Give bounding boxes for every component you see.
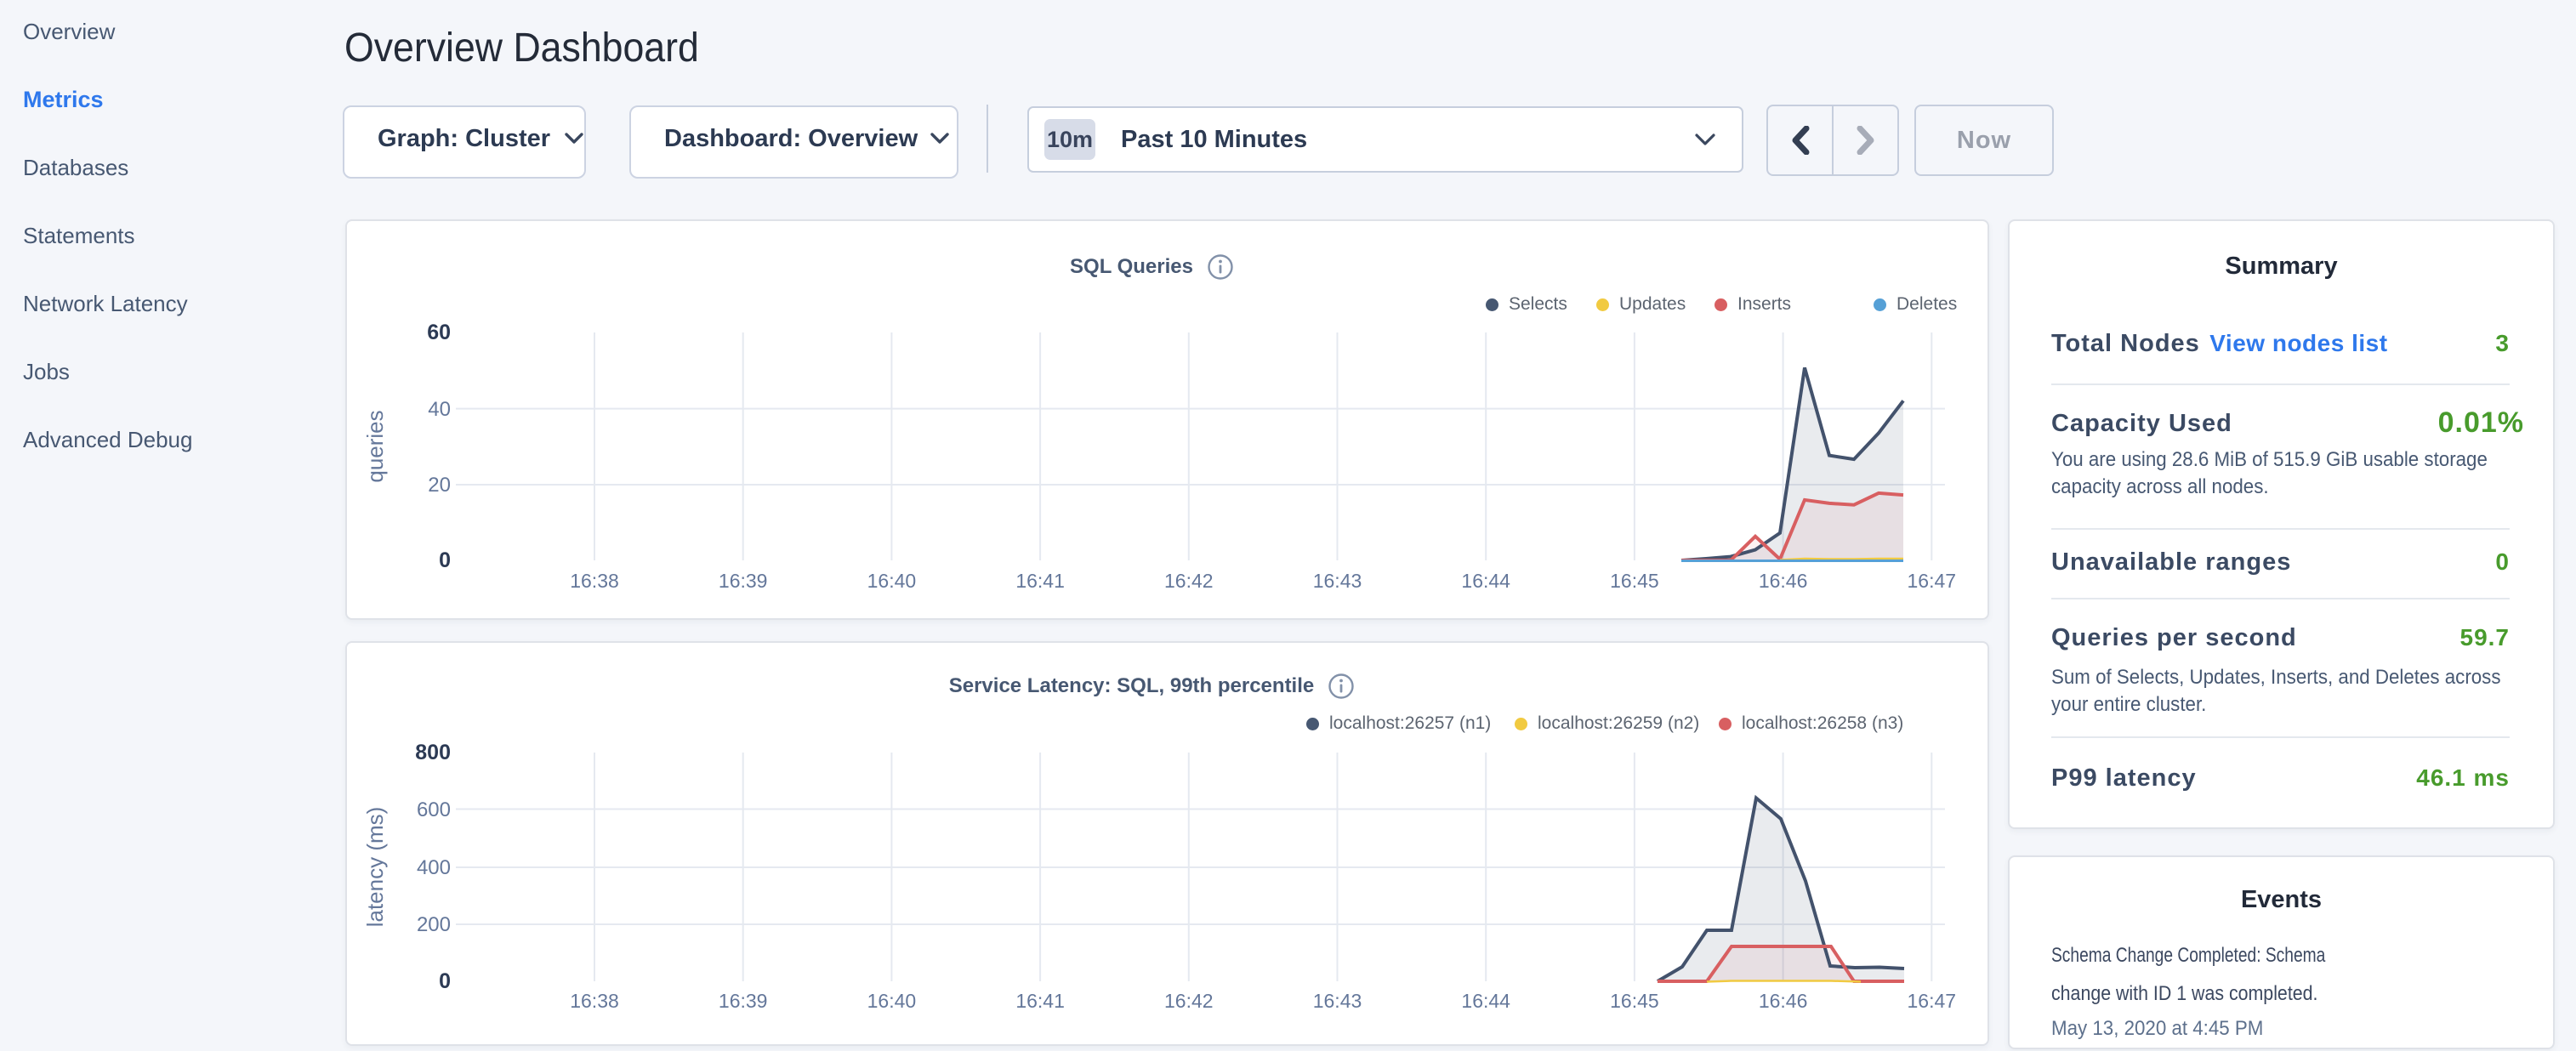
svg-text:800: 800 [415, 741, 451, 764]
svg-text:400: 400 [417, 856, 451, 879]
svg-text:16:40: 16:40 [867, 570, 917, 592]
svg-text:16:44: 16:44 [1461, 570, 1510, 592]
svg-text:600: 600 [417, 798, 451, 821]
svg-text:16:47: 16:47 [1908, 570, 1957, 592]
svg-text:0: 0 [439, 548, 451, 572]
svg-text:16:39: 16:39 [719, 990, 768, 1012]
svg-text:0: 0 [439, 969, 451, 993]
svg-text:16:46: 16:46 [1759, 990, 1808, 1012]
svg-text:16:42: 16:42 [1164, 570, 1214, 592]
svg-text:16:38: 16:38 [570, 570, 619, 592]
svg-text:200: 200 [417, 913, 451, 936]
svg-text:latency (ms): latency (ms) [362, 807, 388, 928]
svg-text:20: 20 [428, 474, 451, 497]
svg-text:40: 40 [428, 398, 451, 421]
svg-text:16:45: 16:45 [1610, 570, 1659, 592]
svg-text:16:43: 16:43 [1313, 990, 1362, 1012]
svg-text:16:43: 16:43 [1313, 570, 1362, 592]
svg-text:16:41: 16:41 [1015, 570, 1065, 592]
svg-text:16:41: 16:41 [1015, 990, 1065, 1012]
svg-text:16:46: 16:46 [1759, 570, 1808, 592]
svg-text:queries: queries [362, 410, 388, 482]
svg-text:16:47: 16:47 [1908, 990, 1957, 1012]
svg-text:60: 60 [427, 321, 451, 344]
svg-text:16:38: 16:38 [570, 990, 619, 1012]
svg-text:16:42: 16:42 [1164, 990, 1214, 1012]
svg-text:16:44: 16:44 [1461, 990, 1510, 1012]
svg-text:16:45: 16:45 [1610, 990, 1659, 1012]
svg-text:16:39: 16:39 [719, 570, 768, 592]
svg-text:16:40: 16:40 [867, 990, 917, 1012]
